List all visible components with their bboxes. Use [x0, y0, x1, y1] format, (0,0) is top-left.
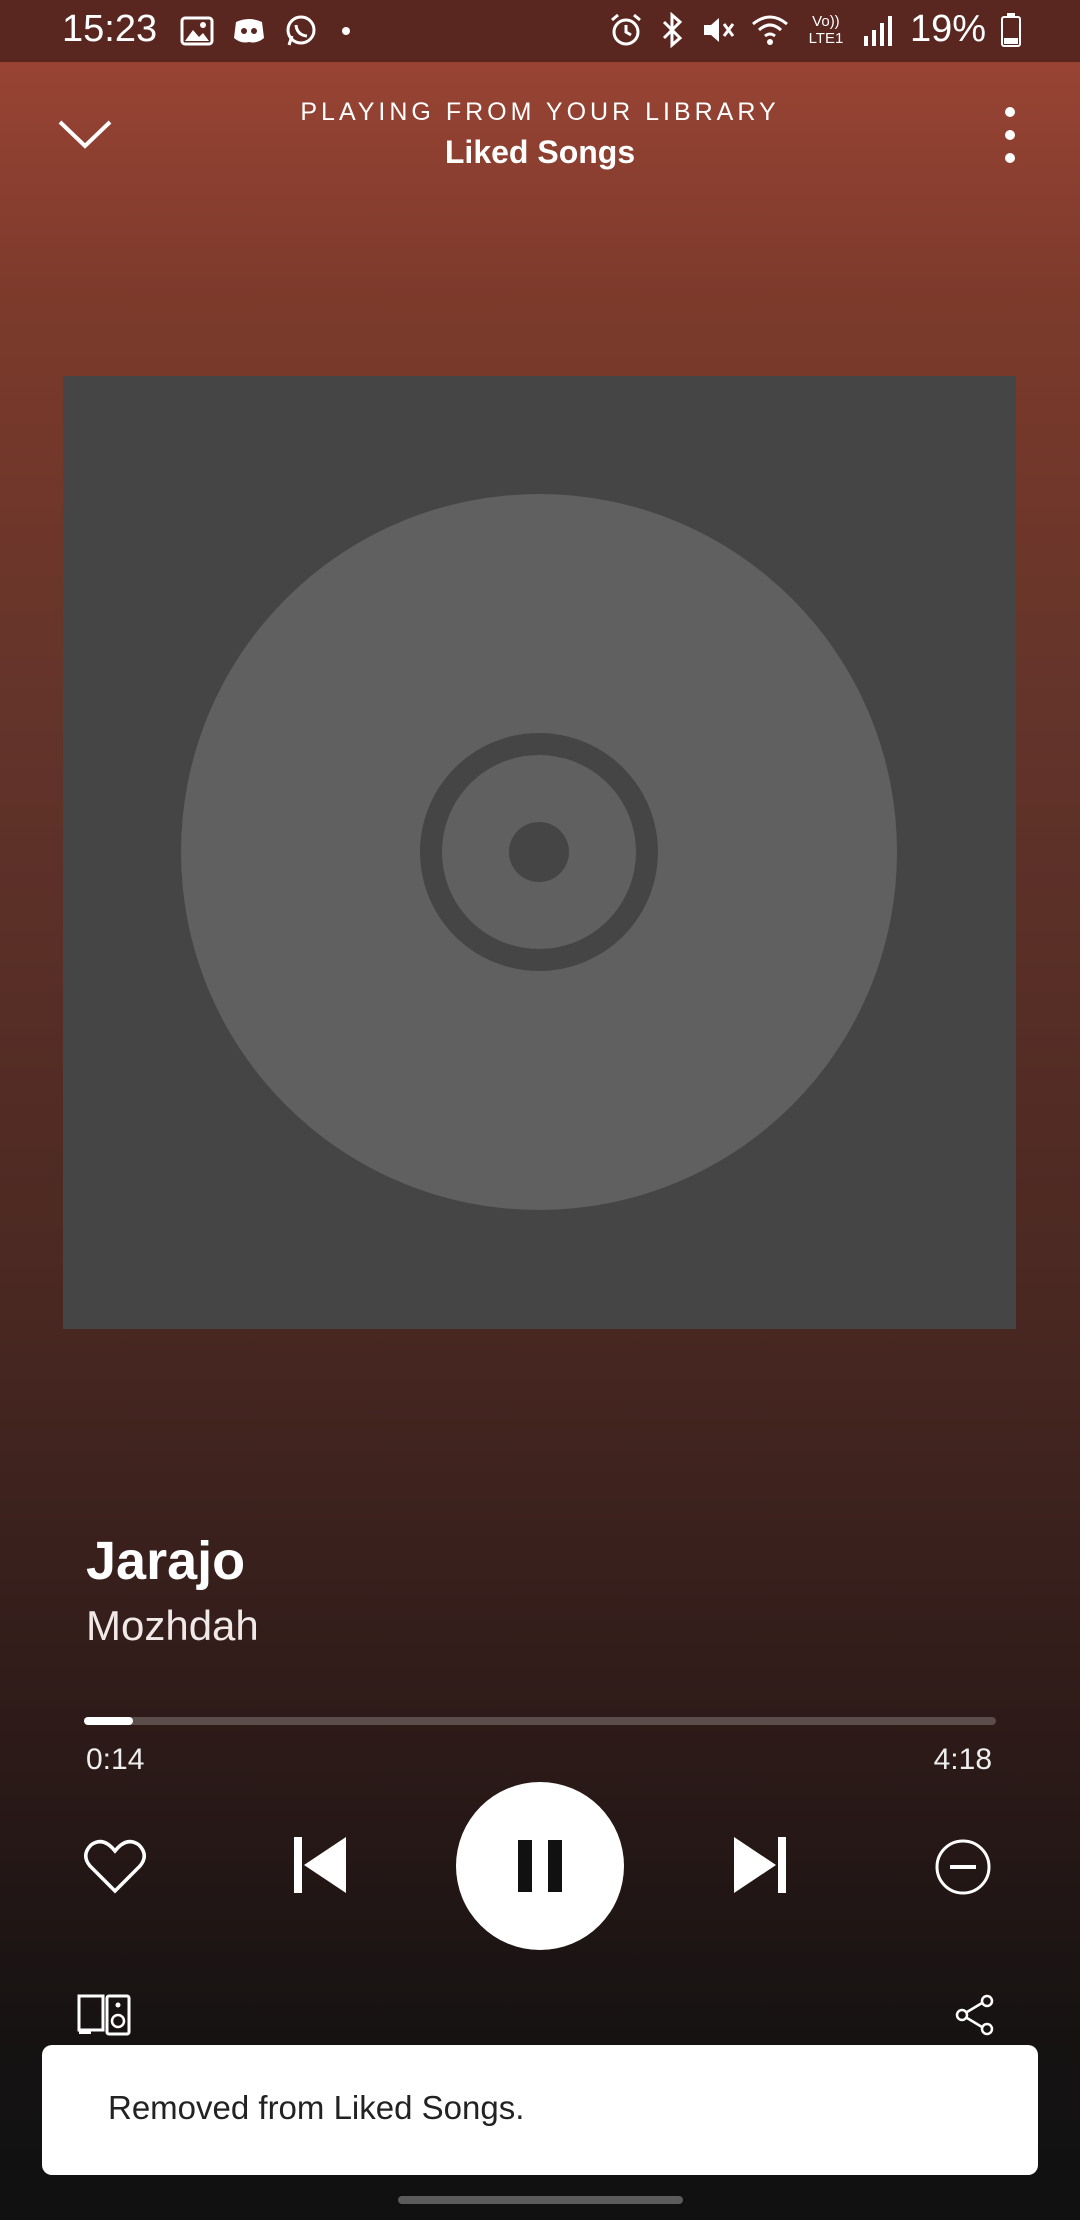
pause-button[interactable]	[456, 1782, 624, 1950]
wifi-icon	[751, 15, 788, 45]
alarm-icon	[610, 13, 641, 45]
home-indicator[interactable]	[398, 2196, 683, 2204]
discord-icon	[234, 19, 264, 43]
share-button[interactable]	[950, 1990, 1000, 2040]
battery-percent: 19%	[909, 8, 986, 50]
hide-song-button[interactable]	[928, 1832, 998, 1902]
whatsapp-icon	[286, 15, 316, 46]
previous-track-button[interactable]	[285, 1830, 355, 1900]
mute-icon	[703, 17, 735, 42]
bluetooth-icon	[662, 11, 683, 48]
snackbar: Removed from Liked Songs.	[42, 2045, 1038, 2175]
seek-bar[interactable]	[84, 1717, 996, 1725]
album-art	[63, 376, 1016, 1329]
devices-icon	[77, 1994, 131, 2036]
network-label: Vo)) LTE1	[808, 12, 844, 47]
heart-icon	[84, 1839, 146, 1894]
next-track-button[interactable]	[725, 1830, 795, 1900]
skip-next-icon	[734, 1837, 786, 1893]
time-elapsed: 0:14	[86, 1743, 145, 1776]
more-vertical-icon	[1005, 107, 1015, 163]
playing-from-label: PLAYING FROM YOUR LIBRARY	[300, 98, 780, 126]
status-right: Vo)) LTE1 19%	[608, 8, 1022, 51]
player-header: PLAYING FROM YOUR LIBRARY Liked Songs	[0, 62, 1080, 212]
status-bar: 15:23 Vo)) LTE1 19%	[0, 0, 1080, 62]
gallery-icon	[180, 16, 214, 46]
time-total: 4:18	[933, 1743, 992, 1776]
disc-placeholder-icon	[181, 494, 897, 1210]
track-artist[interactable]: Mozhdah	[86, 1602, 259, 1650]
playlist-title[interactable]: Liked Songs	[0, 134, 1080, 171]
battery-icon	[1001, 12, 1021, 47]
minus-circle-icon	[935, 1839, 991, 1895]
skip-previous-icon	[294, 1837, 346, 1893]
snackbar-message: Removed from Liked Songs.	[108, 2089, 525, 2126]
status-time: 15:23	[62, 8, 158, 50]
connect-devices-button[interactable]	[74, 1990, 134, 2040]
share-icon	[955, 1994, 994, 2036]
track-title: Jarajo	[86, 1531, 246, 1591]
more-options-button[interactable]	[980, 100, 1040, 170]
like-button[interactable]	[80, 1832, 150, 1902]
signal-icon	[863, 15, 892, 46]
pause-icon	[518, 1840, 562, 1892]
dot-icon	[342, 27, 350, 35]
seek-bar-progress	[84, 1717, 134, 1725]
notification-icons	[180, 14, 356, 48]
